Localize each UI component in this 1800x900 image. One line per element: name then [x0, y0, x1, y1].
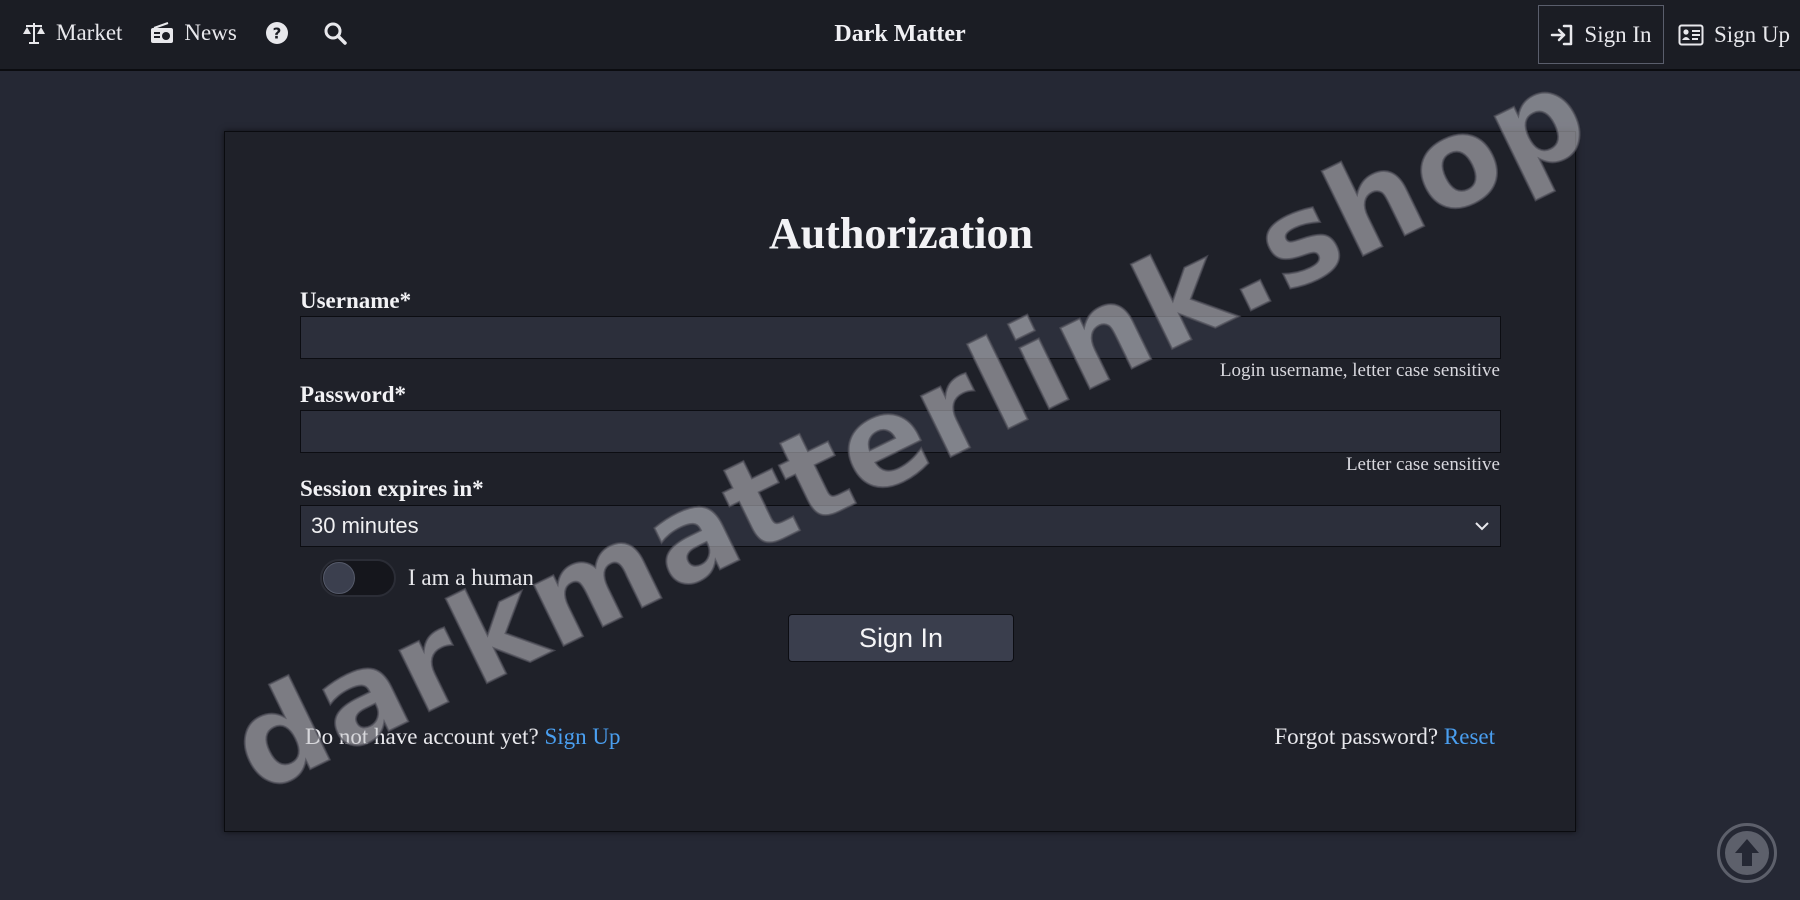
- nav-signin-button[interactable]: Sign In: [1537, 5, 1664, 64]
- password-hint: Letter case sensitive: [1345, 454, 1500, 475]
- page-title: Authorization: [769, 209, 1033, 258]
- password-input[interactable]: [300, 410, 1501, 453]
- no-account-text: Do not have account yet?: [305, 724, 539, 749]
- username-input[interactable]: [300, 316, 1501, 359]
- nav-market-link[interactable]: Market: [22, 20, 122, 46]
- svg-text:?: ?: [272, 25, 281, 43]
- nav-signin-label: Sign In: [1584, 21, 1652, 47]
- nav-right: Sign In Sign Up: [1537, 5, 1800, 64]
- authorization-card: Authorization Username* Login username, …: [224, 131, 1576, 832]
- nav-news-label: News: [184, 20, 237, 45]
- search-icon: [324, 22, 347, 45]
- nav-news-link[interactable]: News: [150, 20, 237, 46]
- scales-icon: [23, 23, 45, 44]
- username-label: Username*: [300, 288, 412, 313]
- toggle-knob: [323, 562, 355, 594]
- search-button[interactable]: [323, 21, 347, 45]
- question-circle-icon: ?: [265, 22, 288, 44]
- sign-in-icon: [1551, 24, 1573, 45]
- id-card-icon: [1678, 24, 1704, 45]
- arrow-up-circle-icon: [1725, 831, 1769, 875]
- chevron-down-icon: [1475, 522, 1489, 531]
- top-navbar: Market News ? Dark Matter Sign In Sign U…: [0, 0, 1800, 71]
- help-button[interactable]: ?: [265, 21, 289, 45]
- reset-link[interactable]: Reset: [1444, 724, 1495, 749]
- human-toggle[interactable]: [320, 559, 396, 597]
- session-select-value: 30 minutes: [311, 513, 419, 538]
- nav-signup-label: Sign Up: [1713, 21, 1790, 47]
- signup-link[interactable]: Sign Up: [545, 724, 621, 749]
- session-label: Session expires in*: [300, 476, 484, 501]
- username-hint: Login username, letter case sensitive: [1219, 360, 1500, 381]
- radio-icon: [151, 22, 174, 43]
- signup-prompt: Do not have account yet? Sign Up: [305, 724, 621, 750]
- nav-signup-button[interactable]: Sign Up: [1678, 22, 1790, 48]
- scroll-to-top-button[interactable]: [1717, 823, 1777, 883]
- password-label: Password*: [300, 382, 407, 407]
- sign-in-button[interactable]: Sign In: [788, 614, 1014, 662]
- forgot-password-prompt: Forgot password? Reset: [1274, 724, 1495, 750]
- nav-left: Market News ?: [22, 0, 381, 66]
- nav-market-label: Market: [56, 20, 123, 45]
- session-select[interactable]: 30 minutes: [300, 505, 1501, 547]
- forgot-text: Forgot password?: [1274, 724, 1439, 749]
- human-toggle-label: I am a human: [408, 565, 534, 590]
